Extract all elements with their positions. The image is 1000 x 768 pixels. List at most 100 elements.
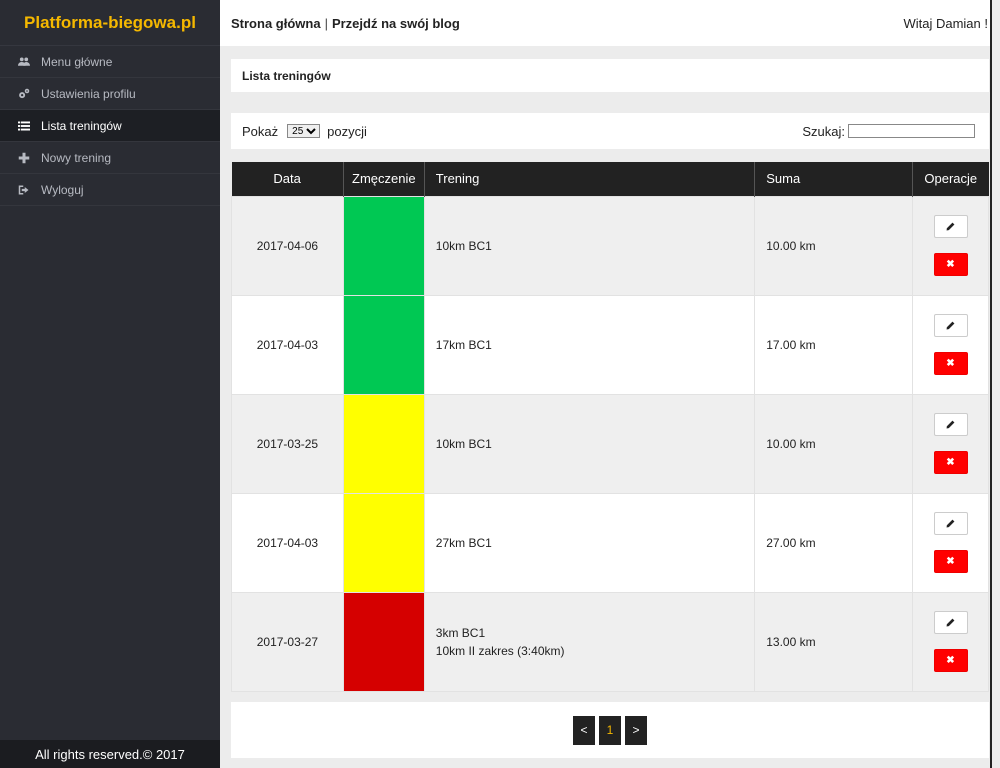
- brand-logo[interactable]: Platforma-biegowa.pl: [0, 0, 220, 46]
- close-icon: ✖: [946, 556, 955, 567]
- sidebar-item-ustawienia-profilu[interactable]: Ustawienia profilu: [0, 78, 220, 110]
- trainings-table: Data Zmęczenie Trening Suma Operacje 201…: [231, 162, 989, 692]
- close-icon: ✖: [946, 457, 955, 468]
- table-header-row: Data Zmęczenie Trening Suma Operacje: [231, 162, 989, 196]
- table-row: 2017-03-27 3km BC1 10km II zakres (3:40km)…: [231, 591, 989, 692]
- cell-sum: 10.00 km: [754, 195, 913, 296]
- column-header-operations: Operacje: [912, 162, 989, 196]
- pencil-icon: [946, 420, 955, 429]
- search-input[interactable]: [848, 124, 975, 138]
- sidebar-item-label: Lista treningów: [41, 118, 122, 133]
- page-title-panel: Lista treningów: [231, 59, 989, 92]
- training-line: 10km II zakres (3:40km): [435, 643, 565, 658]
- table-controls: Pokaż 25 pozycji Szukaj:: [231, 113, 989, 149]
- fatigue-color-swatch: [343, 592, 424, 691]
- delete-button[interactable]: ✖: [933, 253, 968, 276]
- cell-sum: 27.00 km: [754, 492, 913, 593]
- list-icon: [18, 120, 30, 132]
- delete-button[interactable]: ✖: [933, 649, 968, 672]
- column-header-date[interactable]: Data: [231, 162, 344, 196]
- column-header-sum[interactable]: Suma: [754, 162, 913, 196]
- edge-bar: [990, 0, 992, 768]
- table-row: 2017-04-06 10km BC1 10.00 km ✖: [231, 195, 989, 296]
- cell-operations: ✖: [912, 492, 989, 593]
- window-edge: [990, 0, 1000, 768]
- delete-button[interactable]: ✖: [933, 550, 968, 573]
- gears-icon: [18, 88, 30, 100]
- pencil-icon: [946, 321, 955, 330]
- cell-operations: ✖: [912, 393, 989, 494]
- cell-fatigue: [342, 393, 425, 494]
- cell-date: 2017-04-03: [231, 492, 344, 593]
- pencil-icon: [946, 618, 955, 627]
- fatigue-color-swatch: [343, 196, 424, 295]
- close-icon: ✖: [946, 259, 955, 270]
- page-size-select[interactable]: 25: [287, 124, 321, 138]
- edit-button[interactable]: [933, 611, 968, 634]
- cell-operations: ✖: [912, 591, 989, 692]
- cell-date: 2017-04-03: [231, 294, 344, 395]
- cell-training: 3km BC1 10km II zakres (3:40km): [423, 591, 756, 692]
- edit-button[interactable]: [933, 314, 968, 337]
- fatigue-color-swatch: [343, 493, 424, 592]
- table-row: 2017-04-03 27km BC1 27.00 km ✖: [231, 492, 989, 593]
- cell-sum: 13.00 km: [754, 591, 913, 692]
- sidebar-item-wyloguj[interactable]: Wyloguj: [0, 174, 220, 206]
- fatigue-color-swatch: [343, 295, 424, 394]
- cell-operations: ✖: [912, 294, 989, 395]
- close-icon: ✖: [946, 655, 955, 666]
- cell-training: 10km BC1: [423, 195, 756, 296]
- topbar-separator: |: [324, 15, 328, 31]
- show-label: Pokaż: [242, 123, 279, 139]
- pagination-page-button[interactable]: 1: [599, 715, 621, 745]
- cell-date: 2017-03-25: [231, 393, 344, 494]
- table-row: 2017-04-03 17km BC1 17.00 km ✖: [231, 294, 989, 395]
- page-title: Lista treningów: [242, 68, 331, 83]
- cell-date: 2017-04-06: [231, 195, 344, 296]
- sign-out-icon: [18, 184, 30, 196]
- delete-button[interactable]: ✖: [933, 451, 968, 474]
- positions-label: pozycji: [327, 123, 367, 139]
- sidebar-item-label: Menu główne: [41, 54, 113, 69]
- cell-training: 10km BC1: [423, 393, 756, 494]
- home-link[interactable]: Strona główna: [231, 16, 321, 31]
- sidebar-item-label: Wyloguj: [41, 182, 84, 197]
- sidebar-item-menu-glowne[interactable]: Menu główne: [0, 46, 220, 78]
- cell-fatigue: [342, 294, 425, 395]
- column-header-fatigue[interactable]: Zmęczenie: [343, 162, 425, 196]
- edit-button[interactable]: [933, 413, 968, 436]
- sidebar-item-label: Nowy trening: [41, 150, 112, 165]
- blog-link[interactable]: Przejdź na swój blog: [332, 16, 460, 31]
- close-icon: ✖: [946, 358, 955, 369]
- cell-fatigue: [342, 591, 425, 692]
- pagination-next-button[interactable]: >: [625, 715, 647, 745]
- cell-fatigue: [342, 492, 425, 593]
- cell-training: 27km BC1: [423, 492, 756, 593]
- training-line: 27km BC1: [435, 535, 492, 550]
- pagination: < 1 >: [231, 702, 989, 758]
- sidebar-item-lista-treningow[interactable]: Lista treningów: [0, 110, 220, 142]
- cell-training: 17km BC1: [423, 294, 756, 395]
- edit-button[interactable]: [933, 512, 968, 535]
- training-line: 3km BC1: [435, 625, 486, 640]
- fatigue-color-swatch: [343, 394, 424, 493]
- topbar: Strona główna | Przejdź na swój blog Wit…: [220, 0, 990, 46]
- cell-date: 2017-03-27: [231, 591, 344, 692]
- pagination-prev-button[interactable]: <: [573, 715, 595, 745]
- pencil-icon: [946, 519, 955, 528]
- users-icon: [18, 56, 30, 68]
- column-header-training[interactable]: Trening: [424, 162, 756, 196]
- delete-button[interactable]: ✖: [933, 352, 968, 375]
- welcome-text: Witaj Damian !: [903, 15, 988, 31]
- pencil-icon: [946, 222, 955, 231]
- edit-button[interactable]: [933, 215, 968, 238]
- sidebar: Platforma-biegowa.pl Menu główne Ustawie…: [0, 0, 220, 768]
- table-row: 2017-03-25 10km BC1 10.00 km ✖: [231, 393, 989, 494]
- training-line: 17km BC1: [435, 337, 492, 352]
- sidebar-item-label: Ustawienia profilu: [41, 86, 136, 101]
- plus-icon: [18, 152, 30, 164]
- sidebar-footer: All rights reserved.© 2017: [0, 740, 220, 768]
- training-line: 10km BC1: [435, 238, 492, 253]
- cell-sum: 17.00 km: [754, 294, 913, 395]
- sidebar-item-nowy-trening[interactable]: Nowy trening: [0, 142, 220, 174]
